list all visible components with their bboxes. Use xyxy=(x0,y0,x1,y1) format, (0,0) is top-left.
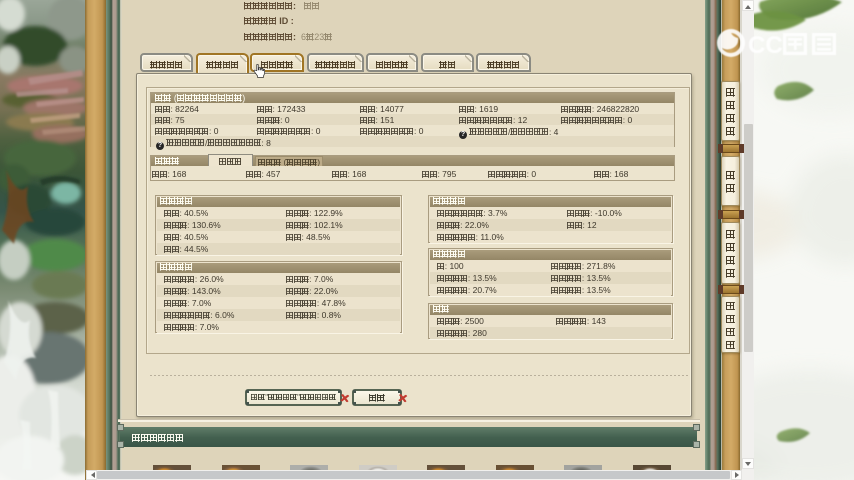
svg-text:CC: CC xyxy=(748,32,783,59)
